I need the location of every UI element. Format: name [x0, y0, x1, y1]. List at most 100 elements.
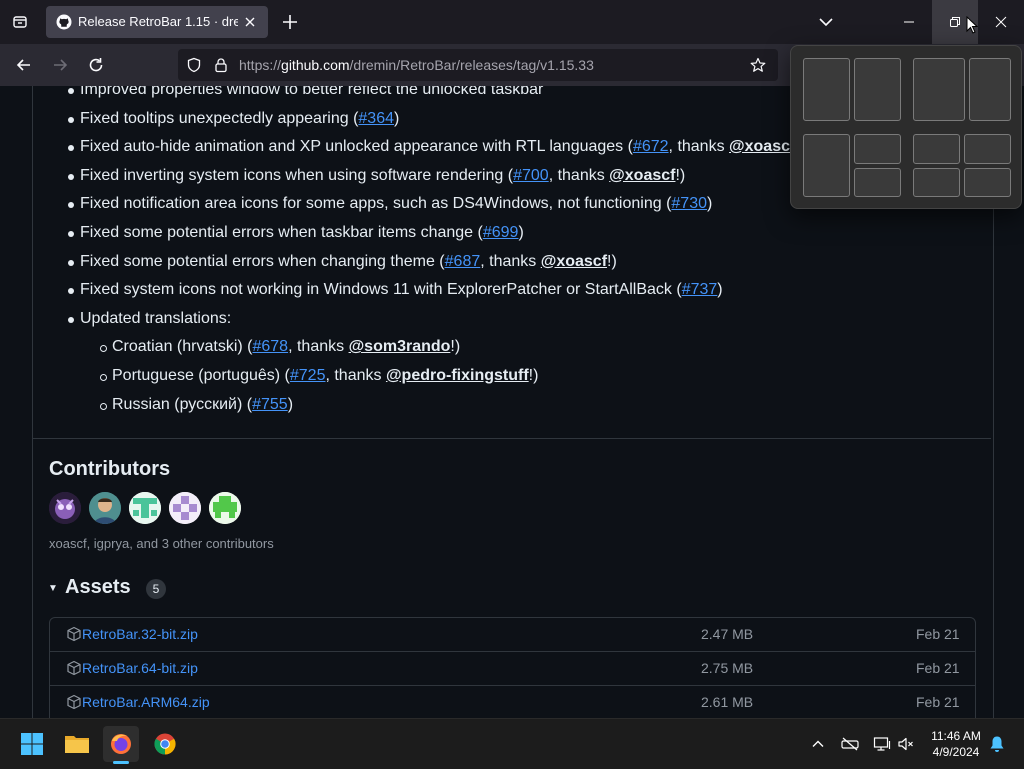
- package-icon: [66, 694, 82, 710]
- url-text[interactable]: https://github.com/dremin/RetroBar/relea…: [239, 57, 594, 73]
- back-arrow-icon[interactable]: [12, 53, 36, 77]
- asset-download-link[interactable]: RetroBar.ARM64.zip: [82, 694, 210, 710]
- release-notes-list: Improved properties window to better ref…: [67, 86, 805, 419]
- avatar[interactable]: [169, 492, 201, 524]
- list-item: Russian (русский) (#755): [99, 391, 805, 420]
- tab-overview-icon[interactable]: [8, 10, 32, 34]
- lock-icon[interactable]: [213, 57, 229, 78]
- issue-link[interactable]: #755: [252, 396, 288, 413]
- issue-link[interactable]: #737: [682, 281, 718, 298]
- package-icon: [66, 626, 82, 642]
- forward-arrow-icon[interactable]: [48, 53, 72, 77]
- volume-muted-icon[interactable]: [896, 734, 916, 754]
- issue-link[interactable]: #730: [671, 195, 707, 212]
- url-host: github.com: [281, 57, 350, 73]
- list-item: Fixed some potential errors when taskbar…: [67, 219, 805, 248]
- network-icon[interactable]: [872, 734, 892, 754]
- issue-link[interactable]: #699: [483, 224, 519, 241]
- bell-icon[interactable]: [987, 734, 1007, 754]
- snap-zone-quad-bottom-right[interactable]: [964, 168, 1011, 197]
- snap-zone-half-right[interactable]: [854, 58, 901, 121]
- mouse-cursor-icon: [966, 16, 978, 34]
- drive-offline-icon[interactable]: [840, 734, 860, 754]
- asset-date: Feb 21: [916, 694, 960, 710]
- user-mention-link[interactable]: @xoascf: [541, 253, 607, 270]
- user-mention-link[interactable]: @xoascf: [609, 167, 675, 184]
- taskbar-clock[interactable]: 11:46 AM 4/9/2024: [928, 728, 984, 760]
- chevron-up-icon[interactable]: [808, 734, 828, 754]
- avatar[interactable]: [129, 492, 161, 524]
- snap-zone-bottom-right[interactable]: [854, 168, 901, 197]
- issue-link[interactable]: #700: [513, 167, 549, 184]
- windows-start-icon[interactable]: [14, 726, 50, 762]
- star-icon[interactable]: [750, 57, 766, 78]
- minimize-icon[interactable]: [886, 0, 932, 44]
- note-text: ): [393, 109, 400, 127]
- avatar[interactable]: [49, 492, 81, 524]
- table-row: RetroBar.ARM64.zip 2.61 MB Feb 21: [50, 686, 975, 718]
- chrome-icon[interactable]: [147, 726, 183, 762]
- url-path: /dremin/RetroBar/releases/tag/v1.15.33: [349, 57, 594, 73]
- note-text: , thanks: [288, 338, 349, 356]
- close-icon[interactable]: [242, 14, 258, 30]
- asset-download-link[interactable]: RetroBar.64-bit.zip: [82, 660, 198, 676]
- clock-date: 4/9/2024: [932, 745, 980, 759]
- avatar[interactable]: [89, 492, 121, 524]
- table-row: RetroBar.64-bit.zip 2.75 MB Feb 21: [50, 652, 975, 686]
- window-close-icon[interactable]: [978, 0, 1024, 44]
- section-divider: [33, 438, 991, 439]
- note-text: Fixed tooltips unexpectedly appearing (: [80, 109, 359, 127]
- note-text: Improved properties window to better ref…: [80, 86, 544, 98]
- firefox-icon[interactable]: [103, 726, 139, 762]
- assets-heading[interactable]: Assets: [65, 576, 131, 599]
- note-text: Fixed system icons not working in Window…: [80, 281, 682, 299]
- issue-link[interactable]: #364: [358, 110, 394, 127]
- list-item: Croatian (hrvatski) (#678, thanks @som3r…: [99, 333, 805, 362]
- folder-icon[interactable]: [59, 726, 95, 762]
- tracking-protection-shield-icon[interactable]: [186, 57, 202, 78]
- note-text: !): [675, 166, 686, 184]
- user-mention-link[interactable]: @xoascf: [729, 138, 795, 155]
- browser-tab-active[interactable]: Release RetroBar 1.15 · dremin/RetroBar: [46, 6, 268, 38]
- new-tab-plus-icon[interactable]: [280, 12, 300, 32]
- url-scheme: https://: [239, 57, 282, 73]
- chevron-down-icon[interactable]: [816, 12, 836, 32]
- taskbar: 11:46 AM 4/9/2024: [0, 718, 1024, 769]
- snap-zone-top-right[interactable]: [854, 134, 901, 164]
- caret-down-icon[interactable]: ▼: [48, 583, 58, 594]
- issue-link[interactable]: #725: [290, 367, 326, 384]
- asset-download-link[interactable]: RetroBar.32-bit.zip: [82, 626, 198, 642]
- snap-zone-quad-top-right[interactable]: [964, 134, 1011, 164]
- user-mention-link[interactable]: @som3rando: [349, 338, 451, 355]
- note-text: , thanks: [548, 166, 610, 184]
- note-text: Fixed notification area icons for some a…: [80, 195, 672, 213]
- note-text: Portuguese (português) (: [112, 366, 290, 384]
- issue-link[interactable]: #678: [252, 338, 288, 355]
- snap-zone-narrow-right[interactable]: [969, 58, 1011, 121]
- avatar[interactable]: [209, 492, 241, 524]
- user-mention-link[interactable]: @pedro-fixingstuff: [386, 367, 529, 384]
- reload-icon[interactable]: [84, 53, 108, 77]
- snap-zone-quad-top-left[interactable]: [913, 134, 960, 164]
- snap-zone-quad-bottom-left[interactable]: [913, 168, 960, 197]
- list-item: Improved properties window to better ref…: [67, 86, 805, 105]
- note-text: !): [450, 338, 461, 356]
- issue-link[interactable]: #672: [633, 138, 669, 155]
- snap-zone-left[interactable]: [803, 134, 850, 197]
- note-text: Fixed some potential errors when changin…: [80, 252, 445, 270]
- active-app-indicator: [113, 761, 129, 764]
- list-item: Fixed inverting system icons when using …: [67, 162, 805, 191]
- snap-zone-wide-left[interactable]: [913, 58, 965, 121]
- translations-list: Croatian (hrvatski) (#678, thanks @som3r…: [80, 333, 805, 419]
- url-bar[interactable]: https://github.com/dremin/RetroBar/relea…: [178, 49, 778, 81]
- snap-zone-half-left[interactable]: [803, 58, 850, 121]
- list-item: Updated translations: Croatian (hrvatski…: [67, 305, 805, 419]
- tab-bar: Release RetroBar 1.15 · dremin/RetroBar: [0, 0, 1024, 44]
- asset-size: 2.61 MB: [701, 694, 754, 710]
- tab-title: Release RetroBar 1.15 · dremin/RetroBar: [78, 14, 238, 29]
- issue-link[interactable]: #687: [445, 253, 481, 270]
- asset-size: 2.47 MB: [701, 626, 754, 642]
- note-text: Fixed inverting system icons when using …: [80, 166, 514, 184]
- note-text: , thanks: [325, 366, 386, 384]
- github-icon: [56, 14, 72, 30]
